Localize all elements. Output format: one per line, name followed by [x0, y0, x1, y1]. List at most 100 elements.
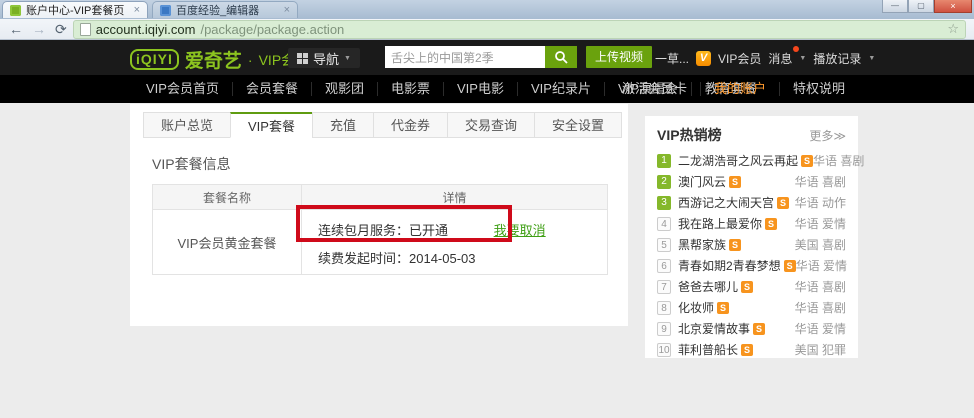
hotlist-title: VIP热销榜 [657, 125, 722, 145]
address-bar[interactable]: account.iqiyi.com /package/package.actio… [73, 20, 966, 39]
browser-tab-title: 百度经验_编辑器 [176, 2, 279, 18]
browser-tab-title: 账户中心-VIP套餐页 [26, 2, 129, 18]
hotlist-item-tag: 美国 犯罪 [795, 341, 846, 358]
browser-tab-strip: 账户中心-VIP套餐页 × 百度经验_编辑器 × — ▢ × [0, 0, 974, 19]
grid-menu-icon [297, 53, 308, 64]
page-icon [80, 23, 91, 36]
notification-dot-icon [793, 46, 799, 52]
list-item[interactable]: 2 澳门风云 S 华语 喜剧 [645, 171, 858, 192]
hotlist-item-tag: 华语 喜剧 [813, 152, 864, 169]
messages-link[interactable]: 消息 [768, 50, 792, 67]
list-item[interactable]: 3 西游记之大闹天宫 S 华语 动作 [645, 192, 858, 213]
paid-s-badge-icon: S [729, 239, 741, 251]
hotlist-item-tag: 华语 爱情 [796, 257, 847, 274]
hotlist-item-title[interactable]: 我在路上最爱你 [678, 215, 762, 232]
browser-tab-account[interactable]: 账户中心-VIP套餐页 × [2, 1, 148, 18]
subnav-item-film-club[interactable]: 观影团 [312, 82, 378, 96]
upload-video-button[interactable]: 上传视频 [586, 46, 652, 68]
list-item[interactable]: 5 黑帮家族 S 美国 喜剧 [645, 234, 858, 255]
user-area: 一草... V VIP会员 消息 ▼ 播放记录 ▼ [655, 50, 875, 67]
list-item[interactable]: 8 化妆师 S 华语 喜剧 [645, 297, 858, 318]
hotlist-item-title[interactable]: 化妆师 [678, 299, 714, 316]
subnav-item-privileges[interactable]: 特权说明 [780, 82, 858, 96]
hotlist-item-tag: 华语 爱情 [795, 320, 846, 337]
rank-badge: 5 [657, 238, 671, 252]
back-icon[interactable]: ← [9, 22, 23, 36]
subnav-item-packages[interactable]: 会员套餐 [233, 82, 312, 96]
username[interactable]: 一草... [655, 50, 689, 67]
chevron-down-icon: ▼ [344, 55, 351, 62]
browser-tab-baidu[interactable]: 百度经验_编辑器 × [152, 1, 298, 18]
hotlist-item-title[interactable]: 澳门风云 [678, 173, 726, 190]
list-item[interactable]: 7 爸爸去哪儿 S 华语 喜剧 [645, 276, 858, 297]
hotlist-item-title[interactable]: 西游记之大闹天宫 [678, 194, 774, 211]
iqiyi-favicon-icon [10, 5, 21, 16]
list-item[interactable]: 9 北京爱情故事 S 华语 爱情 [645, 318, 858, 339]
rank-badge: 9 [657, 322, 671, 336]
tab-recharge[interactable]: 充值 [312, 112, 374, 138]
iqiyi-logo-text: 爱奇艺 [185, 46, 242, 73]
list-item[interactable]: 4 我在路上最爱你 S 华语 爱情 [645, 213, 858, 234]
subnav-item-my-account[interactable]: 我的账户 [701, 82, 780, 96]
close-tab-icon[interactable]: × [284, 4, 290, 16]
baidu-favicon-icon [160, 5, 171, 16]
nav-dropdown-label: 导航 [313, 49, 339, 68]
bookmark-star-icon[interactable]: ☆ [947, 21, 959, 37]
paid-s-badge-icon: S [729, 176, 741, 188]
hotlist-item-tag: 华语 爱情 [795, 215, 846, 232]
rank-badge: 2 [657, 175, 671, 189]
search-input[interactable] [385, 46, 545, 68]
list-item[interactable]: 6 青春如期2青春梦想 S 华语 爱情 [645, 255, 858, 276]
more-arrow-icon: ≫ [833, 129, 846, 143]
window-close-button[interactable]: × [934, 0, 972, 13]
subnav-item-vip-movies[interactable]: VIP电影 [444, 82, 518, 96]
tab-security[interactable]: 安全设置 [534, 112, 622, 138]
forward-icon[interactable]: → [32, 22, 46, 36]
package-name: VIP会员黄金套餐 [153, 210, 302, 275]
rank-badge: 1 [657, 154, 671, 168]
search-button[interactable] [545, 46, 577, 68]
browser-window: 账户中心-VIP套餐页 × 百度经验_编辑器 × — ▢ × ← → ⟳ acc… [0, 0, 974, 418]
iqiyi-logo-mark: iQIYI [130, 49, 179, 70]
chevron-down-icon: ▼ [868, 55, 875, 62]
reload-icon[interactable]: ⟳ [55, 22, 67, 36]
list-item[interactable]: 1 二龙湖浩哥之风云再起 S 华语 喜剧 [645, 150, 858, 171]
paid-s-badge-icon: S [777, 197, 789, 209]
hotlist-header: VIP热销榜 更多≫ [645, 116, 858, 150]
subnav-item-vip-home[interactable]: VIP会员首页 [133, 82, 233, 96]
tab-account-overview[interactable]: 账户总览 [143, 112, 231, 138]
hotlist-item-title[interactable]: 菲利普船长 [678, 341, 738, 358]
rank-badge: 6 [657, 259, 671, 273]
hotlist-item-title[interactable]: 黑帮家族 [678, 236, 726, 253]
subnav-item-vip-documentary[interactable]: VIP纪录片 [518, 82, 605, 96]
play-history-link[interactable]: 播放记录 [813, 50, 861, 67]
hotlist-item-title[interactable]: 爸爸去哪儿 [678, 278, 738, 295]
rank-badge: 8 [657, 301, 671, 315]
close-tab-icon[interactable]: × [134, 4, 140, 16]
list-item[interactable]: 10 菲利普船长 S 美国 犯罪 [645, 339, 858, 360]
paid-s-badge-icon: S [801, 155, 813, 167]
hotlist-item-title[interactable]: 青春如期2青春梦想 [678, 257, 781, 274]
search-icon [554, 50, 568, 64]
account-tabs: 账户总览 VIP套餐 充值 代金券 交易查询 安全设置 [130, 104, 628, 138]
tab-transactions[interactable]: 交易查询 [447, 112, 535, 138]
tab-voucher[interactable]: 代金券 [373, 112, 448, 138]
red-annotation-box [296, 205, 512, 242]
browser-toolbar: ← → ⟳ account.iqiyi.com /package/package… [0, 19, 974, 40]
vip-subnav: VIP会员首页 会员套餐 观影团 电影票 VIP电影 VIP纪录片 VIP演唱会… [0, 75, 974, 103]
window-controls: — ▢ × [882, 0, 972, 13]
hotlist-item-title[interactable]: 北京爱情故事 [678, 320, 750, 337]
nav-dropdown[interactable]: 导航 ▼ [288, 48, 360, 68]
more-link[interactable]: 更多≫ [809, 127, 846, 144]
subnav-item-activate-card[interactable]: 激活会员卡 [609, 82, 701, 96]
maximize-button[interactable]: ▢ [908, 0, 934, 13]
tab-vip-package[interactable]: VIP套餐 [230, 112, 313, 138]
vip-member-link[interactable]: VIP会员 [718, 50, 761, 67]
iqiyi-logo[interactable]: iQIYI 爱奇艺 · VIP会员 [130, 46, 309, 73]
rank-badge: 7 [657, 280, 671, 294]
rank-badge: 4 [657, 217, 671, 231]
hotlist-item-title[interactable]: 二龙湖浩哥之风云再起 [678, 152, 798, 169]
subnav-item-movie-tickets[interactable]: 电影票 [378, 82, 444, 96]
vip-v-badge-icon: V [696, 51, 711, 66]
minimize-button[interactable]: — [882, 0, 908, 13]
